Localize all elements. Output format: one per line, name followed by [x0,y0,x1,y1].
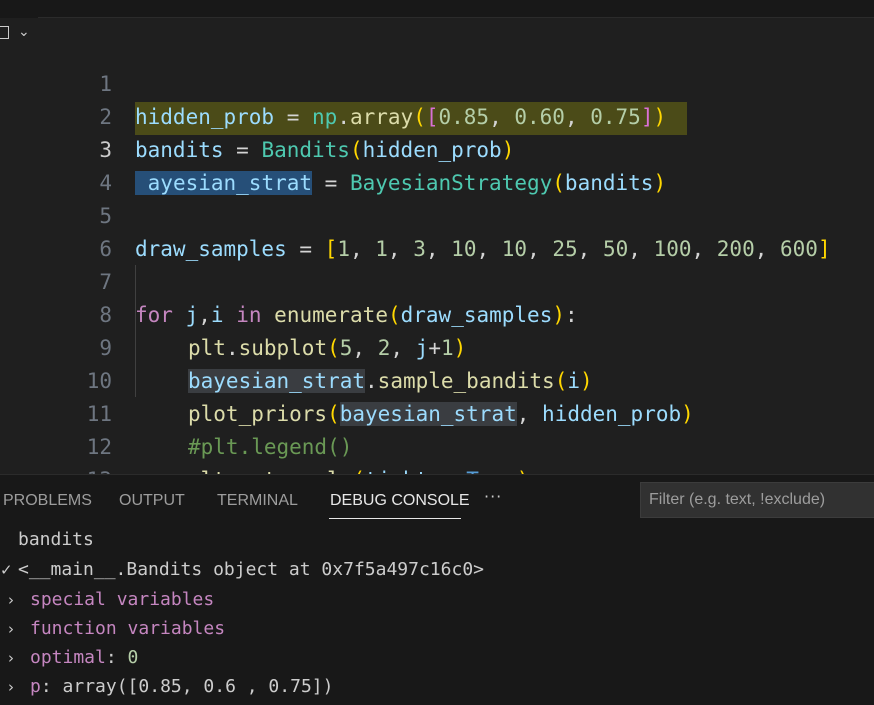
code-line: 8 plt.subplot(5, 2, j+1) [38,266,874,360]
tab-output[interactable]: OUTPUT [119,492,185,510]
code-line-current: 3 ayesian_strat = BayesianStrategy(bandi… [38,101,874,195]
variable-value: array([0.85, 0.6 , 0.75]) [62,676,334,697]
console-input-echo: bandits [18,529,94,550]
separator: : [40,676,63,697]
code-line: 12 plt.autoscale(tight = True) [38,398,874,492]
active-tab-indicator [329,518,461,519]
code-line: 10 plot_priors(bayesian_strat, hidden_pr… [38,332,874,426]
variable-name: optimal [30,647,106,668]
variable-value: 0 [127,647,139,668]
console-tree-item[interactable]: p: array([0.85, 0.6 , 0.75]) [30,672,333,702]
variable-name: special variables [30,589,215,610]
bottom-panel: PROBLEMS OUTPUT TERMINAL DEBUG CONSOLE ·… [0,474,874,705]
chevron-down-icon[interactable]: ⌄ [18,24,30,40]
chevron-right-icon[interactable]: › [8,678,14,696]
code-line: 6 [38,200,874,261]
chevron-right-icon[interactable]: › [8,591,14,609]
chevron-down-icon[interactable]: ✓ [0,561,13,579]
cell-toggle-icon[interactable] [0,26,9,39]
console-object-summary[interactable]: <__main__.Bandits object at 0x7f5a497c16… [18,555,484,585]
editor-top-strip [0,0,874,18]
tab-debug-console[interactable]: DEBUG CONSOLE [330,492,470,510]
more-actions-icon[interactable]: ··· [484,487,502,506]
code-line: 13 plt.tight_layout() [38,431,874,525]
console-tree-item[interactable]: special variables [30,585,214,615]
console-filter-input[interactable] [640,482,874,518]
code-line: 4 [38,134,874,195]
variable-name: function variables [30,618,226,639]
tab-terminal[interactable]: TERMINAL [217,492,298,510]
chevron-right-icon[interactable]: › [8,649,14,667]
tab-problems[interactable]: PROBLEMS [3,492,92,510]
console-tree-item[interactable]: optimal: 0 [30,643,138,673]
code-line: 1 hidden_prob = np.array([0.85, 0.60, 0.… [38,35,874,129]
separator: : [105,647,128,668]
code-line: 5 draw_samples = [1, 1, 3, 10, 10, 25, 5… [38,167,874,261]
console-tree-item[interactable]: function variables [30,614,225,644]
code-line: 9 bayesian_strat.sample_bandits(i) [38,299,874,393]
code-line: 7 for j,i in enumerate(draw_samples): [38,233,874,327]
chevron-right-icon[interactable]: › [8,620,14,638]
code-editor[interactable]: 1 hidden_prob = np.array([0.85, 0.60, 0.… [38,18,874,525]
code-line: 2 bandits = Bandits(hidden_prob) [38,68,874,162]
code-line: 11 #plt.legend() [38,365,874,459]
variable-name: p [30,676,41,697]
